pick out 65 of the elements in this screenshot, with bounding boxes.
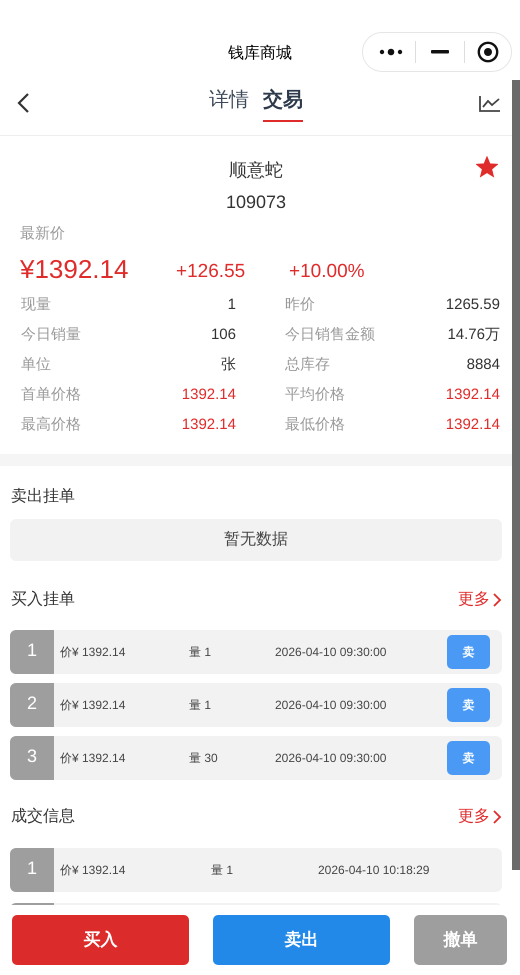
stat-label: 最高价格 <box>21 414 81 435</box>
buy-button[interactable]: 买入 <box>12 915 189 965</box>
row-number: 3 <box>10 736 54 780</box>
price-change-percent: +10.00% <box>289 260 365 284</box>
order-price: 价¥ 1392.14 <box>60 644 126 661</box>
more-link[interactable]: 更多 <box>458 805 502 829</box>
stat-value: 1392.14 <box>182 414 236 435</box>
stat-value: 1 <box>228 294 236 315</box>
window-title: 钱库商城 <box>228 44 292 64</box>
stat-label: 单位 <box>21 354 51 375</box>
order-time: 2026-04-10 09:30:00 <box>275 750 388 767</box>
latest-price: ¥1392.14 <box>20 254 130 284</box>
stat-label: 首单价格 <box>21 384 81 405</box>
more-link[interactable]: 更多 <box>458 588 502 612</box>
line-chart-icon[interactable] <box>478 94 502 114</box>
order-price: 价¥ 1392.14 <box>60 697 126 714</box>
order-time: 2026-04-10 10:18:29 <box>318 862 430 879</box>
order-quantity: 量 30 <box>189 750 219 767</box>
stat-label: 今日销售金额 <box>285 324 375 345</box>
order-price: 价¥ 1392.14 <box>60 750 126 767</box>
order-time: 2026-04-10 09:30:00 <box>275 644 388 661</box>
sell-button[interactable]: 卖出 <box>213 915 390 965</box>
section-title: 卖出挂单 <box>11 486 76 507</box>
stat-value: 1392.14 <box>182 384 236 405</box>
order-quantity: 量 1 <box>211 862 234 879</box>
chevron-right-icon <box>492 809 502 825</box>
order-time: 2026-04-10 09:30:00 <box>275 697 388 714</box>
stat-label: 最低价格 <box>285 414 345 435</box>
chevron-right-icon <box>492 592 502 608</box>
tab[interactable]: 详情 <box>209 86 249 122</box>
stat-label: 昨价 <box>285 294 315 315</box>
section-title: 成交信息 <box>11 806 75 827</box>
stat-value: 张 <box>221 354 236 375</box>
stat-label: 总库存 <box>285 354 330 375</box>
stat-value: 1392.14 <box>446 384 500 405</box>
price-change: +126.55 <box>176 260 246 284</box>
sell-button[interactable]: 卖 <box>447 688 490 722</box>
product-code: 109073 <box>224 191 288 214</box>
star-icon[interactable] <box>476 156 498 178</box>
order-price: 价¥ 1392.14 <box>60 862 126 879</box>
order-quantity: 量 1 <box>189 697 212 714</box>
minimize-icon[interactable] <box>431 50 449 54</box>
cancel-button[interactable]: 撤单 <box>414 915 507 965</box>
close-circle-icon[interactable] <box>477 41 499 63</box>
stat-value: 106 <box>210 324 236 345</box>
stat-value: 8884 <box>466 354 500 375</box>
empty-message: 暂无数据 <box>10 519 502 561</box>
back-icon[interactable] <box>16 92 32 114</box>
stat-value: 14.76万 <box>447 324 500 345</box>
stat-value: 1265.59 <box>446 294 500 315</box>
order-quantity: 量 1 <box>189 644 212 661</box>
row-number: 2 <box>10 683 54 727</box>
stat-label: 现量 <box>21 294 51 315</box>
sell-button[interactable]: 卖 <box>447 741 490 775</box>
stat-label: 平均价格 <box>285 384 345 405</box>
row-number: 1 <box>10 848 54 892</box>
stat-value: 1392.14 <box>446 414 500 435</box>
latest-price-label: 最新价 <box>20 224 66 244</box>
tab[interactable]: 交易 <box>263 86 303 122</box>
more-icon[interactable] <box>379 48 403 56</box>
sell-button[interactable]: 卖 <box>447 635 490 669</box>
section-title: 买入挂单 <box>11 590 75 610</box>
product-name: 顺意蛇 <box>229 159 283 182</box>
stat-label: 今日销量 <box>21 324 81 345</box>
row-number: 1 <box>10 630 54 674</box>
